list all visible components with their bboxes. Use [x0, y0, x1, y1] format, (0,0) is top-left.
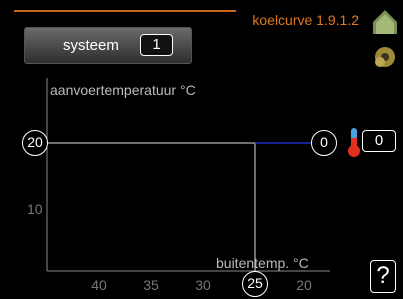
- y-tick-10: 10: [27, 201, 43, 217]
- x-axis-label: buitentemp. °C: [216, 255, 309, 271]
- x-tick-30: 30: [195, 277, 211, 293]
- thermometer-icon: [346, 126, 362, 158]
- curve-end-value[interactable]: 0: [311, 130, 337, 156]
- help-button[interactable]: ?: [370, 260, 396, 293]
- y-axis-label: aanvoertemperatuur °C: [50, 82, 196, 98]
- x-tick-40: 40: [91, 277, 107, 293]
- cooling-curve-graph: [46, 78, 330, 272]
- x-selected-value[interactable]: 25: [242, 271, 268, 297]
- x-tick-20: 20: [296, 277, 312, 293]
- offset-value[interactable]: 0: [362, 130, 396, 152]
- x-tick-35: 35: [143, 277, 159, 293]
- y-selected-value[interactable]: 20: [22, 130, 48, 156]
- cooling-curve-screen: koelcurve 1.9.1.2 systeem 1 aanvoertempe…: [0, 0, 403, 299]
